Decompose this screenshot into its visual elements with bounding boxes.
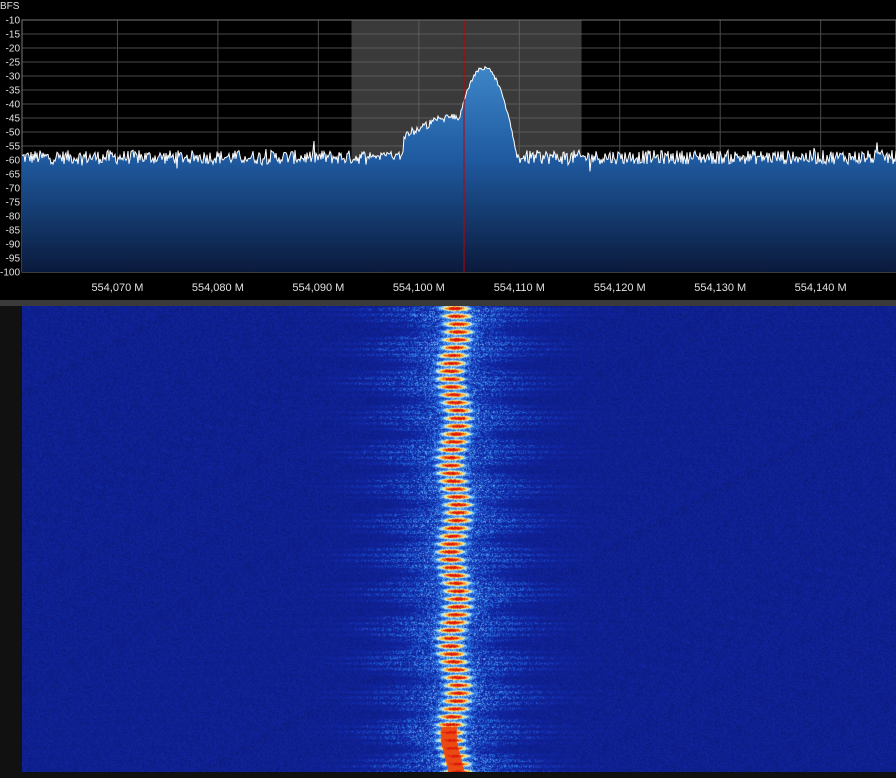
- db-tick-label: -75: [6, 198, 21, 209]
- db-tick-label: -60: [6, 156, 21, 167]
- frequency-tick-label: 554,130 M: [694, 282, 746, 294]
- db-tick-label: -30: [6, 72, 21, 83]
- db-tick-label: -70: [6, 184, 21, 195]
- frequency-tick-label: 554,140 M: [795, 282, 847, 294]
- db-tick-label: -10: [6, 16, 21, 27]
- waterfall-bottom-edge: [22, 772, 896, 778]
- frequency-tick-label: 554,070 M: [91, 282, 143, 294]
- frequency-tick-label: 554,110 M: [494, 282, 545, 294]
- db-tick-label: -20: [6, 44, 21, 55]
- spectrum-panel[interactable]: -10 -15 -20 -25 -30 -35 -40 -45 -50 -55 -60 -65 -70 -…: [0, 0, 896, 300]
- db-tick-label: -65: [6, 170, 21, 181]
- db-tick-label: -85: [6, 226, 21, 237]
- db-tick-label: -90: [6, 240, 21, 251]
- frequency-tick-label: 554,080 M: [192, 282, 244, 294]
- frequency-tick-label: 554,090 M: [292, 282, 344, 294]
- db-tick-label: -15: [6, 30, 21, 41]
- db-tick-label: -95: [6, 254, 21, 265]
- db-tick-label: -80: [6, 212, 21, 223]
- waterfall-left-gutter: [0, 306, 22, 778]
- db-tick-label: -50: [6, 128, 21, 139]
- db-tick-label: -35: [6, 86, 21, 97]
- frequency-tick-label: 554,100 M: [393, 282, 445, 294]
- frequency-tick-label: 554,120 M: [594, 282, 646, 294]
- db-tick-label: -100: [0, 268, 20, 279]
- db-tick-label: -45: [6, 114, 21, 125]
- db-tick-label: -25: [6, 58, 21, 69]
- db-tick-label: -40: [6, 100, 21, 111]
- db-tick-label: -55: [6, 142, 21, 153]
- waterfall-display[interactable]: [22, 306, 896, 772]
- db-unit-label: BFS: [0, 1, 20, 12]
